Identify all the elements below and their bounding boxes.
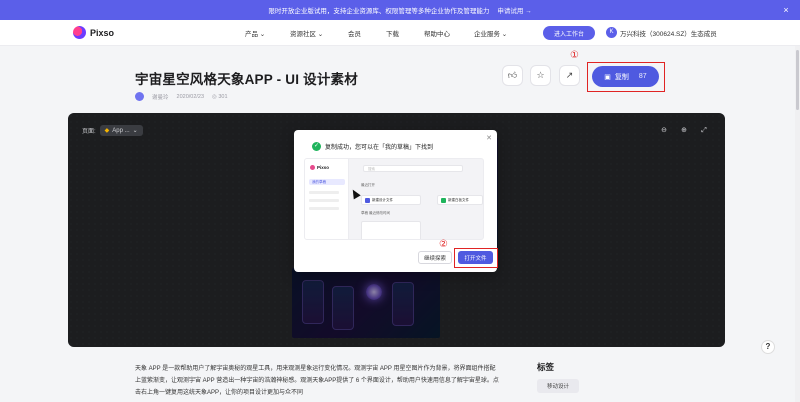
view-count: ◎ 301 [212,93,228,100]
annotation-marker-2: ② [439,239,448,250]
author-name[interactable]: 谢曼玲 [152,93,169,101]
page-title: 宇宙星空风格天象APP - UI 设计素材 [135,72,358,87]
resource-description: 天象 APP 是一款帮助用户了解宇宙奥秘的观星工具，用来观测星象运行变化情况。观… [135,366,499,396]
preview-recent-label: 最近打开 [361,183,375,187]
promo-banner: 限时开放企业版试用，支持企业资源库、权限管理等多种企业协作及管理能力 申请试用 … [0,0,800,20]
zoom-out-icon[interactable]: ⊖ [659,126,669,136]
preview-brand: Pixso [310,165,329,170]
success-message: ✓ 复制成功，您可以在「我的草稿」下找到 [312,142,433,151]
preview-card-whiteboard: 新建白板文件 [437,195,483,205]
nav-item-membership[interactable]: 会员 [348,28,361,38]
preview-brand-text: Pixso [317,165,330,170]
drafts-preview-image: Pixso 我的草稿 搜索 最近打开 新建设计文件 新建白板文件 草稿 最近修改… [304,158,484,240]
preview-card-whiteboard-text: 新建白板文件 [448,197,469,202]
fullscreen-icon[interactable]: ⤢ [699,126,709,136]
preview-sidebar: Pixso 我的草稿 [305,159,349,239]
star-icon: ☆ [536,70,545,80]
banner-apply-link[interactable]: 申请试用 → [497,5,531,15]
share-icon: ↗ [565,70,574,80]
annotation-box-open [454,248,498,268]
logo-text: Pixso [90,27,115,38]
preview-menu-line [309,207,339,210]
preview-search: 搜索 [363,165,463,172]
preview-menu-line [309,191,339,194]
nav-item-product[interactable]: 产品 ⌄ [245,28,265,38]
preview-card-design: 新建设计文件 [361,195,421,205]
avatar[interactable]: K [606,27,617,38]
publish-date: 2020/02/23 [176,93,205,100]
check-circle-icon: ✓ [312,142,321,151]
thumbs-up-icon: 👍︎ [507,70,518,80]
page-icon: ◆ [104,128,110,134]
preview-card-design-text: 新建设计文件 [372,197,393,202]
page-dropdown[interactable]: ◆ App ... ⌄ [99,125,143,136]
like-button[interactable]: 👍︎ [502,65,523,86]
continue-explore-button[interactable]: 继续探索 [418,251,452,264]
resource-meta: 谢曼玲 2020/02/23 ◎ 301 [135,92,228,101]
success-message-text: 复制成功，您可以在「我的草稿」下找到 [325,145,434,151]
nav-item-enterprise[interactable]: 企业服务 ⌄ [474,28,507,38]
preview-menu-line [309,199,339,202]
workspace-button[interactable]: 进入工作台 [543,26,595,40]
nav-item-help[interactable]: 帮助中心 [424,28,450,38]
banner-text: 限时开放企业版试用，支持企业资源库、权限管理等多种企业协作及管理能力 [268,8,490,15]
tags-heading: 标签 [537,362,555,372]
page-label: 页面: [82,129,96,135]
chevron-down-icon: ⌄ [132,128,138,134]
favorite-button[interactable]: ☆ [530,65,551,86]
eco-member-label: 万兴科技（300624.SZ）生态成员 [620,31,717,38]
annotation-marker-1: ① [570,50,579,61]
nav-item-community[interactable]: 资源社区 ⌄ [290,28,323,38]
preview-thumb [361,221,421,239]
help-button[interactable]: ? [761,340,775,354]
nav-item-download[interactable]: 下载 [386,28,399,38]
page-value: App ... [112,127,130,134]
logo[interactable]: Pixso [73,26,114,39]
preview-section-label: 草稿 最近修改时间 [361,211,390,215]
zoom-in-icon[interactable]: ⊕ [679,126,689,136]
share-button[interactable]: ↗ [559,65,580,86]
close-icon[interactable]: ✕ [486,134,492,142]
preview-menu-drafts: 我的草稿 [309,179,345,185]
scrollbar[interactable] [795,46,800,402]
scrollbar-thumb[interactable] [796,50,799,110]
author-avatar [135,92,144,101]
close-icon[interactable]: × [780,4,792,16]
annotation-box-copy [587,62,665,92]
tag-item[interactable]: 移动设计 [537,379,579,393]
page-selector[interactable]: 页面: ◆ App ... ⌄ [82,125,143,136]
pixso-logo-icon [73,26,86,39]
top-nav: Pixso 产品 ⌄ 资源社区 ⌄ 会员 下载 帮助中心 企业服务 ⌄ 进入工作… [0,20,800,46]
